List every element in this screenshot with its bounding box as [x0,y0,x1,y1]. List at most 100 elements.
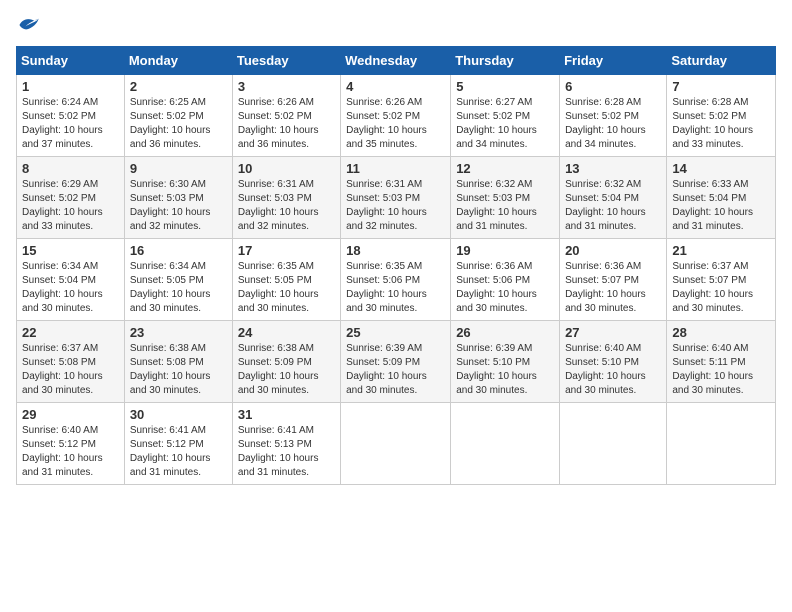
daylight-label: Daylight: 10 hours and 31 minutes. [672,207,753,232]
sunrise-label: Sunrise: 6:25 AM [130,97,206,108]
table-row: 7 Sunrise: 6:28 AM Sunset: 5:02 PM Dayli… [667,75,776,157]
header-wednesday: Wednesday [341,47,451,75]
sunrise-label: Sunrise: 6:40 AM [565,343,641,354]
daylight-label: Daylight: 10 hours and 33 minutes. [672,125,753,150]
sunset-label: Sunset: 5:02 PM [130,111,204,122]
logo [16,16,42,34]
table-row: 21 Sunrise: 6:37 AM Sunset: 5:07 PM Dayl… [667,239,776,321]
day-number: 25 [346,325,445,340]
sunset-label: Sunset: 5:07 PM [672,275,746,286]
sunrise-label: Sunrise: 6:36 AM [456,261,532,272]
sunrise-label: Sunrise: 6:28 AM [565,97,641,108]
logo-bird-icon [18,16,40,34]
daylight-label: Daylight: 10 hours and 30 minutes. [238,371,319,396]
daylight-label: Daylight: 10 hours and 30 minutes. [672,371,753,396]
sunset-label: Sunset: 5:03 PM [456,193,530,204]
sunset-label: Sunset: 5:11 PM [672,357,745,368]
sunrise-label: Sunrise: 6:32 AM [565,179,641,190]
sunrise-label: Sunrise: 6:37 AM [672,261,748,272]
table-row: 25 Sunrise: 6:39 AM Sunset: 5:09 PM Dayl… [341,321,451,403]
day-number: 6 [565,79,661,94]
sunset-label: Sunset: 5:05 PM [238,275,312,286]
day-number: 13 [565,161,661,176]
day-number: 16 [130,243,227,258]
daylight-label: Daylight: 10 hours and 30 minutes. [456,289,537,314]
header-saturday: Saturday [667,47,776,75]
day-info: Sunrise: 6:33 AM Sunset: 5:04 PM Dayligh… [672,178,770,234]
daylight-label: Daylight: 10 hours and 36 minutes. [238,125,319,150]
daylight-label: Daylight: 10 hours and 30 minutes. [130,371,211,396]
daylight-label: Daylight: 10 hours and 30 minutes. [565,289,646,314]
sunrise-label: Sunrise: 6:41 AM [130,425,206,436]
day-info: Sunrise: 6:35 AM Sunset: 5:05 PM Dayligh… [238,260,335,316]
page-header [16,16,776,34]
calendar-week-row: 22 Sunrise: 6:37 AM Sunset: 5:08 PM Dayl… [17,321,776,403]
sunrise-label: Sunrise: 6:35 AM [238,261,314,272]
table-row: 9 Sunrise: 6:30 AM Sunset: 5:03 PM Dayli… [124,157,232,239]
daylight-label: Daylight: 10 hours and 30 minutes. [346,371,427,396]
sunset-label: Sunset: 5:12 PM [22,439,96,450]
daylight-label: Daylight: 10 hours and 31 minutes. [130,453,211,478]
sunset-label: Sunset: 5:02 PM [456,111,530,122]
daylight-label: Daylight: 10 hours and 33 minutes. [22,207,103,232]
sunrise-label: Sunrise: 6:26 AM [238,97,314,108]
daylight-label: Daylight: 10 hours and 30 minutes. [565,371,646,396]
calendar-week-row: 15 Sunrise: 6:34 AM Sunset: 5:04 PM Dayl… [17,239,776,321]
day-info: Sunrise: 6:26 AM Sunset: 5:02 PM Dayligh… [238,96,335,152]
day-number: 21 [672,243,770,258]
table-row: 15 Sunrise: 6:34 AM Sunset: 5:04 PM Dayl… [17,239,125,321]
sunset-label: Sunset: 5:04 PM [565,193,639,204]
table-row: 5 Sunrise: 6:27 AM Sunset: 5:02 PM Dayli… [451,75,560,157]
sunset-label: Sunset: 5:09 PM [346,357,420,368]
table-row: 24 Sunrise: 6:38 AM Sunset: 5:09 PM Dayl… [232,321,340,403]
daylight-label: Daylight: 10 hours and 30 minutes. [672,289,753,314]
day-number: 8 [22,161,119,176]
table-row: 1 Sunrise: 6:24 AM Sunset: 5:02 PM Dayli… [17,75,125,157]
sunrise-label: Sunrise: 6:34 AM [130,261,206,272]
sunrise-label: Sunrise: 6:33 AM [672,179,748,190]
day-info: Sunrise: 6:41 AM Sunset: 5:13 PM Dayligh… [238,424,335,480]
table-row: 23 Sunrise: 6:38 AM Sunset: 5:08 PM Dayl… [124,321,232,403]
sunset-label: Sunset: 5:06 PM [346,275,420,286]
sunrise-label: Sunrise: 6:29 AM [22,179,98,190]
daylight-label: Daylight: 10 hours and 31 minutes. [565,207,646,232]
calendar-week-row: 29 Sunrise: 6:40 AM Sunset: 5:12 PM Dayl… [17,403,776,485]
table-row [451,403,560,485]
sunset-label: Sunset: 5:09 PM [238,357,312,368]
table-row: 19 Sunrise: 6:36 AM Sunset: 5:06 PM Dayl… [451,239,560,321]
calendar-week-row: 8 Sunrise: 6:29 AM Sunset: 5:02 PM Dayli… [17,157,776,239]
daylight-label: Daylight: 10 hours and 34 minutes. [456,125,537,150]
day-info: Sunrise: 6:39 AM Sunset: 5:09 PM Dayligh… [346,342,445,398]
table-row: 29 Sunrise: 6:40 AM Sunset: 5:12 PM Dayl… [17,403,125,485]
header-monday: Monday [124,47,232,75]
sunset-label: Sunset: 5:02 PM [672,111,746,122]
sunset-label: Sunset: 5:12 PM [130,439,204,450]
day-number: 30 [130,407,227,422]
table-row [560,403,667,485]
daylight-label: Daylight: 10 hours and 31 minutes. [456,207,537,232]
table-row: 2 Sunrise: 6:25 AM Sunset: 5:02 PM Dayli… [124,75,232,157]
table-row: 17 Sunrise: 6:35 AM Sunset: 5:05 PM Dayl… [232,239,340,321]
sunset-label: Sunset: 5:02 PM [22,111,96,122]
sunset-label: Sunset: 5:13 PM [238,439,312,450]
day-info: Sunrise: 6:40 AM Sunset: 5:12 PM Dayligh… [22,424,119,480]
daylight-label: Daylight: 10 hours and 32 minutes. [130,207,211,232]
day-number: 5 [456,79,554,94]
daylight-label: Daylight: 10 hours and 37 minutes. [22,125,103,150]
day-number: 31 [238,407,335,422]
day-info: Sunrise: 6:31 AM Sunset: 5:03 PM Dayligh… [346,178,445,234]
day-number: 18 [346,243,445,258]
day-info: Sunrise: 6:35 AM Sunset: 5:06 PM Dayligh… [346,260,445,316]
day-info: Sunrise: 6:39 AM Sunset: 5:10 PM Dayligh… [456,342,554,398]
day-info: Sunrise: 6:26 AM Sunset: 5:02 PM Dayligh… [346,96,445,152]
sunset-label: Sunset: 5:10 PM [565,357,639,368]
table-row: 12 Sunrise: 6:32 AM Sunset: 5:03 PM Dayl… [451,157,560,239]
sunrise-label: Sunrise: 6:32 AM [456,179,532,190]
sunrise-label: Sunrise: 6:39 AM [346,343,422,354]
daylight-label: Daylight: 10 hours and 31 minutes. [238,453,319,478]
day-info: Sunrise: 6:34 AM Sunset: 5:04 PM Dayligh… [22,260,119,316]
day-number: 19 [456,243,554,258]
daylight-label: Daylight: 10 hours and 36 minutes. [130,125,211,150]
daylight-label: Daylight: 10 hours and 30 minutes. [130,289,211,314]
table-row: 3 Sunrise: 6:26 AM Sunset: 5:02 PM Dayli… [232,75,340,157]
